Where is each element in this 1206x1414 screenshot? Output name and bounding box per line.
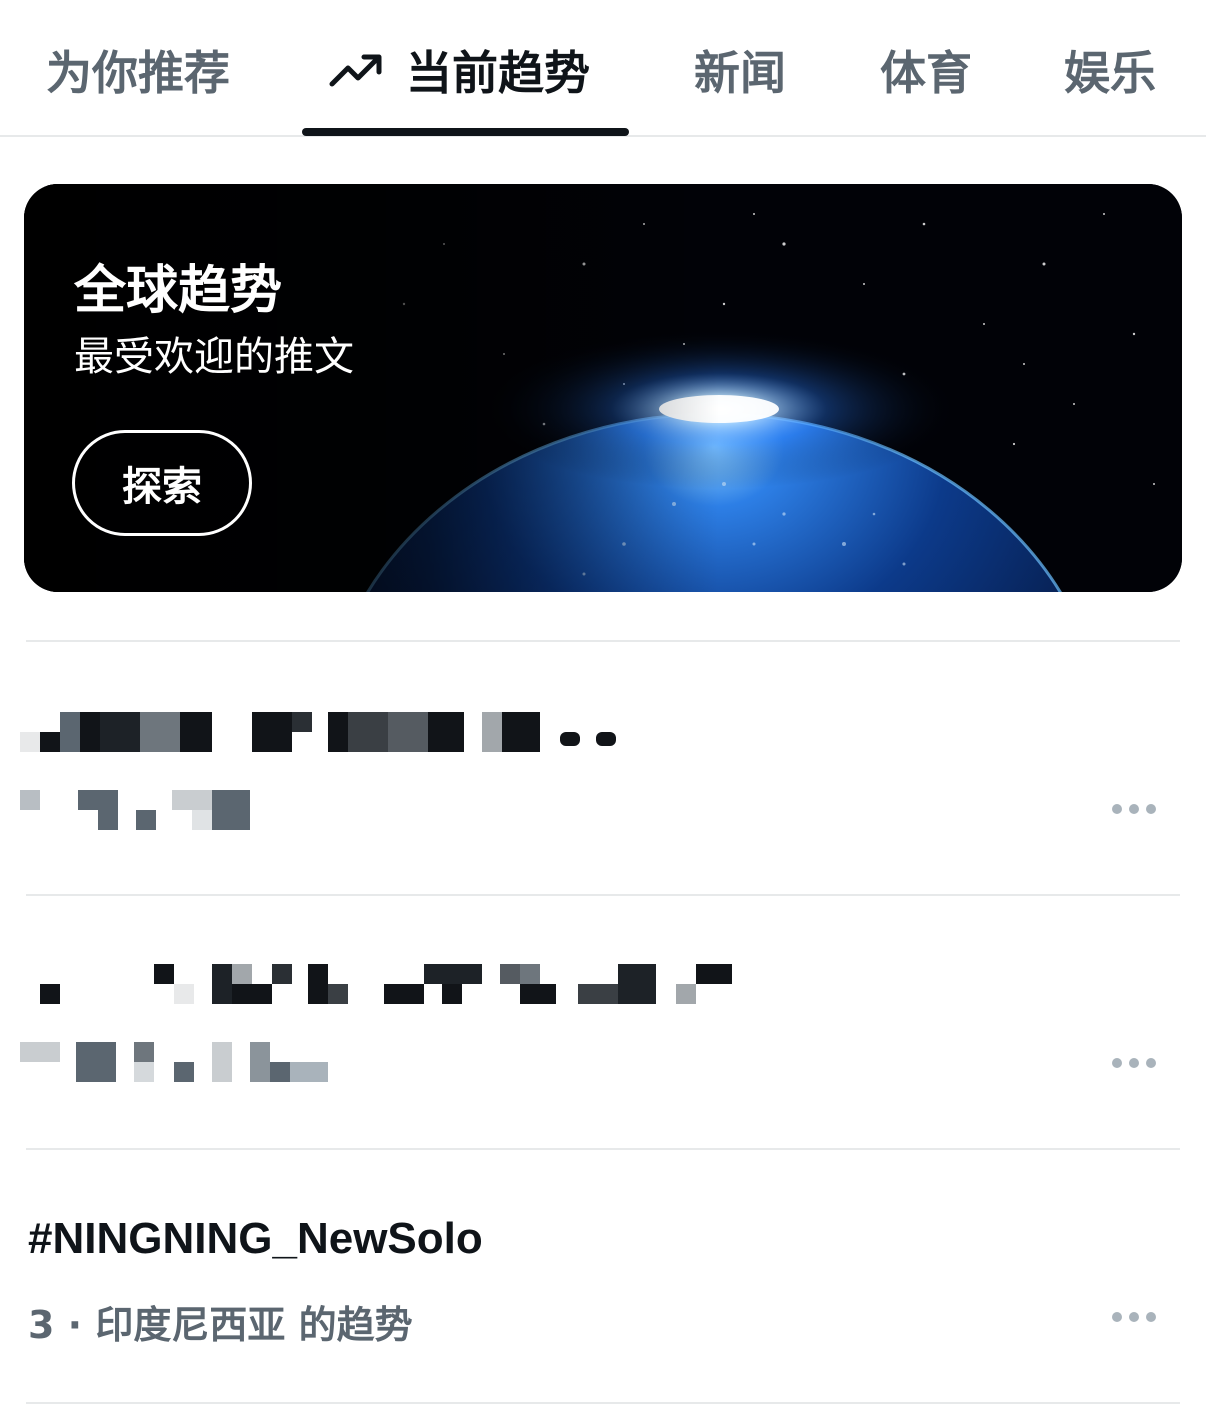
trend-item[interactable] (0, 896, 1206, 1150)
trend-name: #NINGNING_NewSolo (28, 1214, 483, 1263)
tab-bar: 为你推荐 当前趋势 新闻 体育 娱乐 (0, 0, 1206, 137)
trending-page: 为你推荐 当前趋势 新闻 体育 娱乐 全球趋势 最受欢迎的推文 探索 #NING… (0, 0, 1206, 1414)
tab-label: 为你推荐 (46, 46, 230, 100)
more-options-icon[interactable] (1112, 801, 1156, 817)
more-options-icon[interactable] (1112, 1309, 1156, 1325)
tab-label: 当前趋势 (406, 46, 590, 100)
tab-label: 娱乐 (1064, 46, 1156, 100)
more-options-icon[interactable] (1112, 1055, 1156, 1071)
tab-entertainment[interactable]: 娱乐 (1064, 40, 1156, 100)
redacted-trend-name (20, 964, 740, 1004)
explore-button[interactable]: 探索 (72, 430, 252, 536)
tab-for-you[interactable]: 为你推荐 (46, 40, 230, 100)
banner-subtitle: 最受欢迎的推文 (74, 334, 354, 380)
trend-item[interactable] (0, 642, 1206, 896)
divider (26, 1402, 1180, 1404)
trend-meta: 3 · 印度尼西亚 的趋势 (28, 1303, 413, 1347)
redacted-trend-meta (20, 790, 260, 830)
tab-label: 新闻 (694, 46, 786, 100)
tab-sports[interactable]: 体育 (880, 40, 972, 100)
active-tab-indicator (302, 128, 629, 136)
trending-icon (329, 54, 382, 87)
tab-trending[interactable]: 当前趋势 (328, 40, 590, 100)
trend-item[interactable]: #NINGNING_NewSolo 3 · 印度尼西亚 的趋势 (0, 1150, 1206, 1404)
tab-label: 体育 (880, 46, 972, 100)
redacted-trend-name (20, 712, 630, 752)
banner-title: 全球趋势 (74, 261, 283, 321)
redacted-trend-meta (20, 1042, 340, 1082)
tab-news[interactable]: 新闻 (694, 40, 786, 100)
global-trends-banner[interactable]: 全球趋势 最受欢迎的推文 探索 (24, 184, 1182, 592)
